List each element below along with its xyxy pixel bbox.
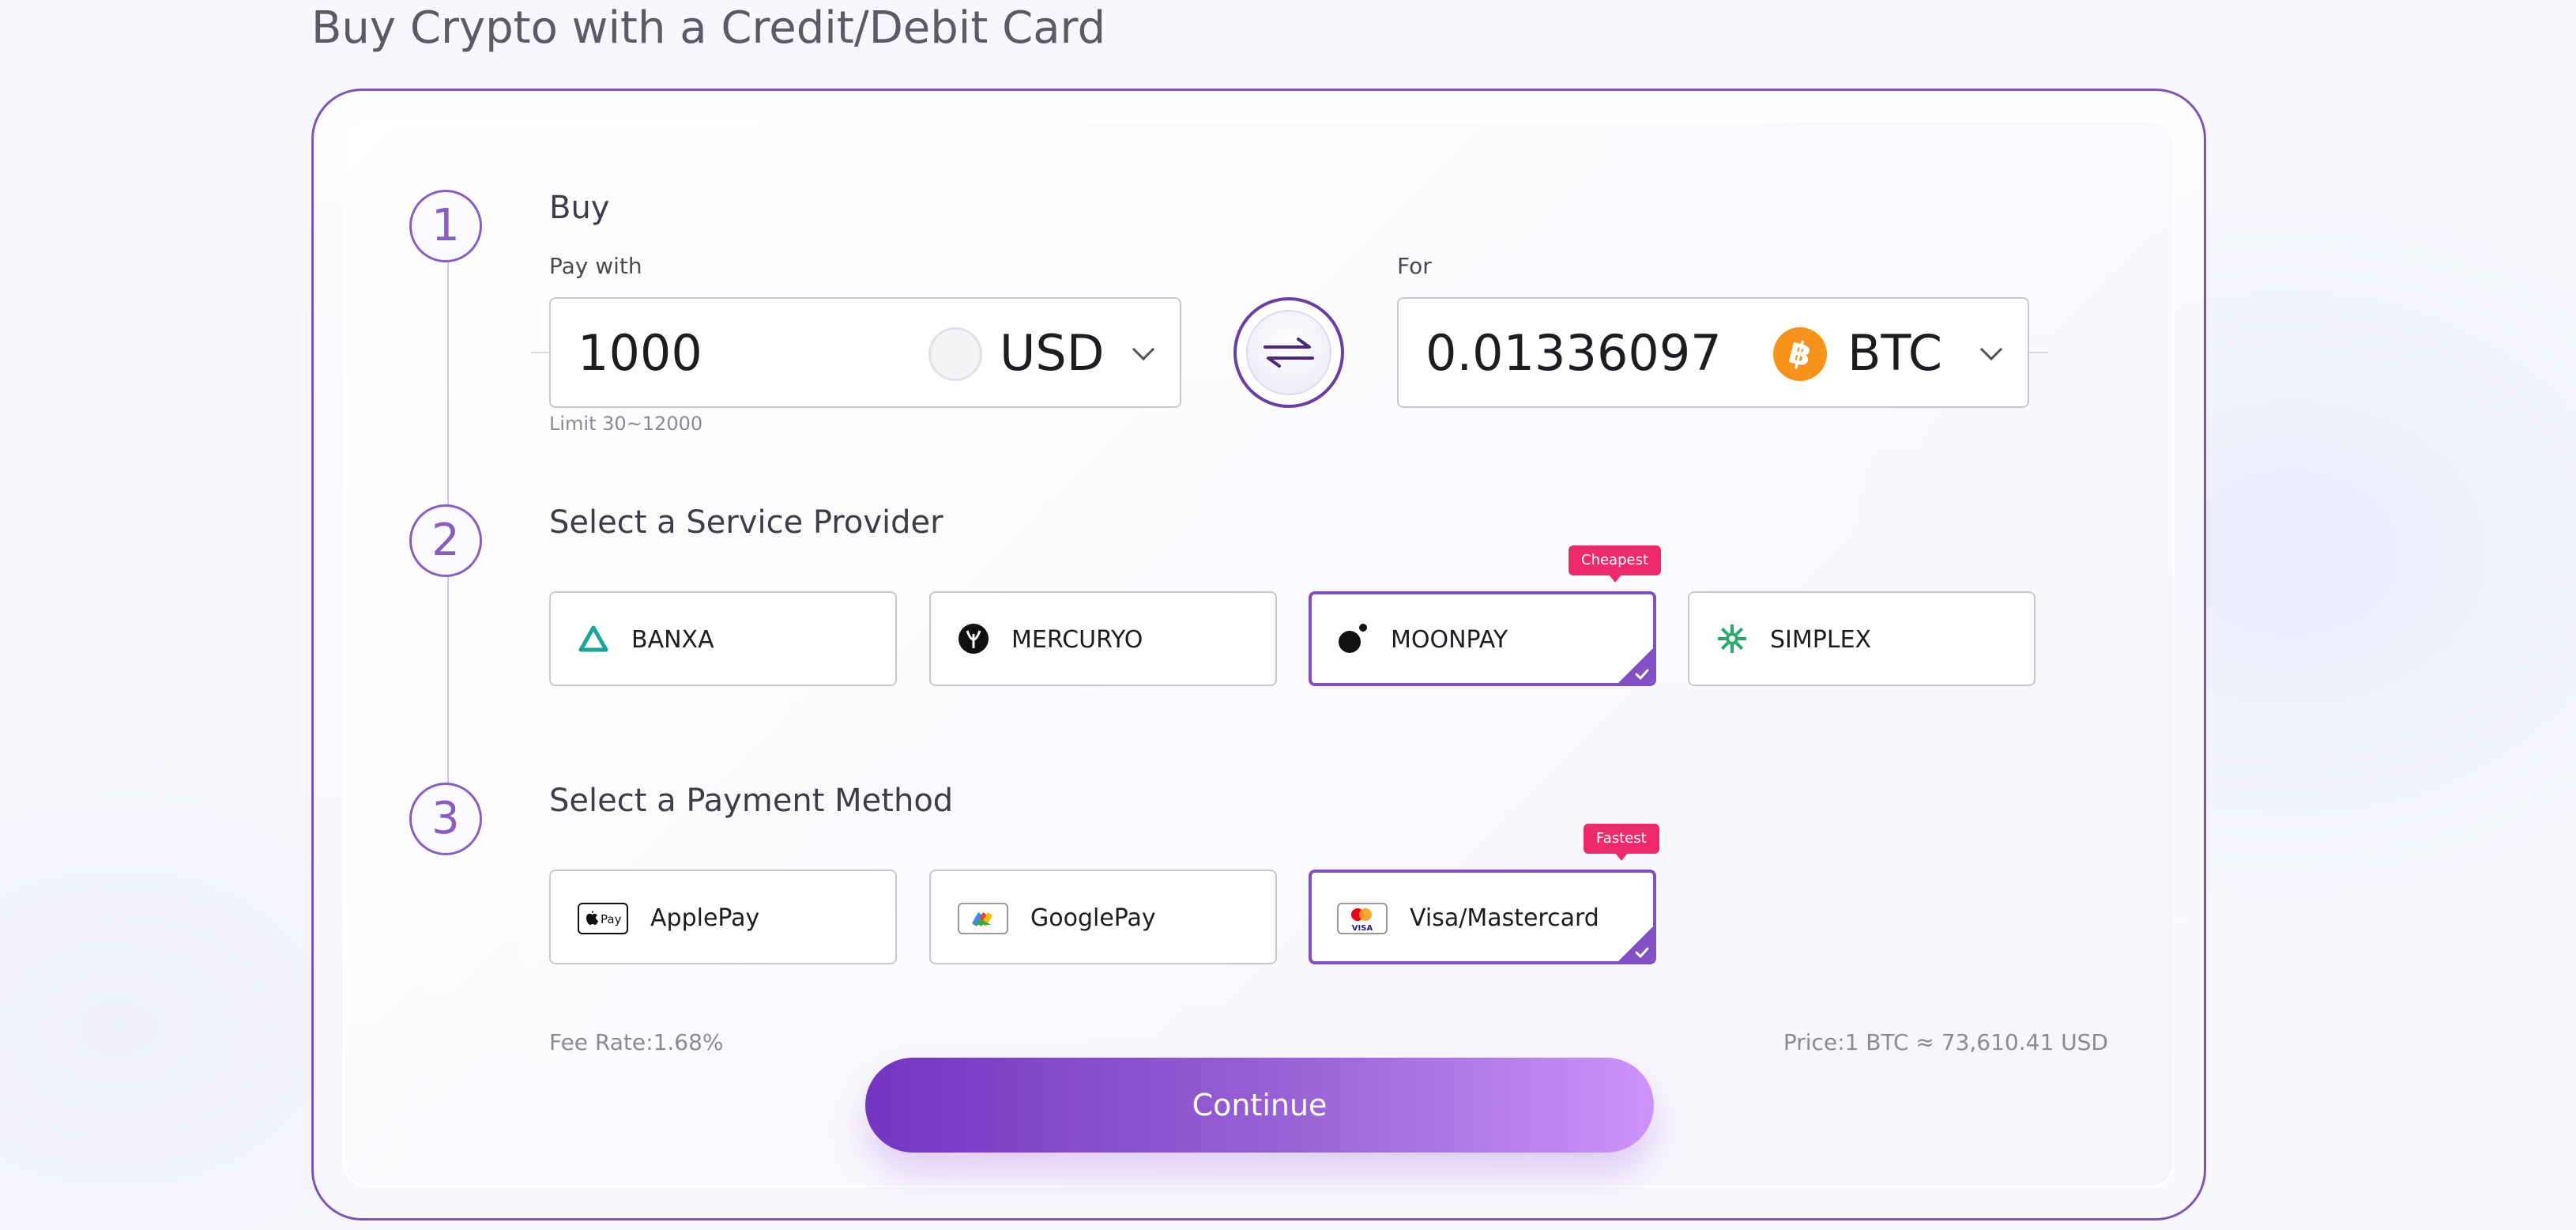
provider-label: BANXA (631, 626, 714, 654)
step-2-indicator: 2 (409, 504, 482, 577)
page-title: Buy Crypto with a Credit/Debit Card (311, 2, 1106, 54)
row-divider-right (2029, 352, 2048, 353)
step-3-title: Select a Payment Method (549, 783, 954, 819)
payment-option-visa-mastercard[interactable]: VISA Visa/Mastercard (1309, 870, 1656, 964)
row-divider-left (531, 352, 549, 353)
limit-hint: Limit 30~12000 (549, 413, 703, 435)
moonpay-logo-icon (1339, 624, 1367, 653)
pay-currency-code: USD (1000, 324, 1105, 382)
banxa-logo-icon (578, 625, 608, 652)
apple-pay-icon: Pay (578, 903, 628, 934)
provider-label: MOONPAY (1391, 626, 1508, 654)
chevron-down-icon[interactable] (1979, 338, 2003, 361)
cheapest-tag: Cheapest (1569, 545, 1662, 583)
checkmark-icon (1635, 947, 1649, 959)
simplex-logo-icon (1718, 624, 1746, 653)
payment-option-applepay[interactable]: Pay ApplePay (549, 870, 897, 964)
fee-rate: Fee Rate:1.68% (549, 1029, 724, 1055)
pay-amount-value[interactable]: 1000 (578, 327, 702, 379)
usd-flag-icon (928, 327, 982, 381)
continue-label: Continue (1192, 1088, 1328, 1122)
receive-amount-value: 0.01336097 (1425, 324, 1722, 382)
receive-currency-code: BTC (1847, 324, 1943, 382)
svg-text:Pay: Pay (601, 912, 622, 926)
payment-label: ApplePay (650, 904, 760, 932)
swap-button[interactable] (1233, 297, 1344, 408)
svg-text:฿: ฿ (1785, 334, 1815, 374)
google-pay-icon (958, 903, 1008, 934)
step-1-title: Buy (549, 190, 610, 226)
provider-label: SIMPLEX (1770, 626, 1872, 654)
step-3-indicator: 3 (409, 783, 482, 855)
fastest-tag: Fastest (1584, 824, 1659, 861)
payment-label: GooglePay (1030, 904, 1156, 932)
mercuryo-logo-icon (958, 624, 989, 654)
bitcoin-icon: ฿ (1773, 327, 1827, 381)
checkmark-icon (1635, 669, 1649, 681)
swap-arrows-icon (1246, 310, 1331, 395)
provider-option-banxa[interactable]: BANXA (549, 591, 897, 686)
provider-option-mercuryo[interactable]: MERCURYO (929, 591, 1277, 686)
payment-option-googlepay[interactable]: GooglePay (929, 870, 1277, 964)
receive-amount-field[interactable]: 0.01336097 ฿ BTC (1397, 297, 2029, 408)
chevron-down-icon[interactable] (1132, 338, 1155, 361)
svg-text:VISA: VISA (1352, 924, 1373, 933)
visa-mastercard-icon: VISA (1337, 903, 1388, 934)
for-label: For (1397, 253, 1432, 279)
pay-amount-field[interactable]: 1000 USD (549, 297, 1181, 408)
payment-label: Visa/Mastercard (1410, 904, 1599, 932)
pay-with-label: Pay with (549, 253, 642, 279)
step-1-indicator: 1 (409, 190, 482, 262)
provider-option-simplex[interactable]: SIMPLEX (1688, 591, 2036, 686)
provider-label: MERCURYO (1011, 626, 1143, 654)
provider-option-moonpay[interactable]: MOONPAY (1309, 591, 1656, 686)
step-2-title: Select a Service Provider (549, 504, 943, 541)
continue-button[interactable]: Continue (865, 1058, 1654, 1153)
btc-price: Price:1 BTC ≈ 73,610.41 USD (1783, 1029, 2108, 1055)
